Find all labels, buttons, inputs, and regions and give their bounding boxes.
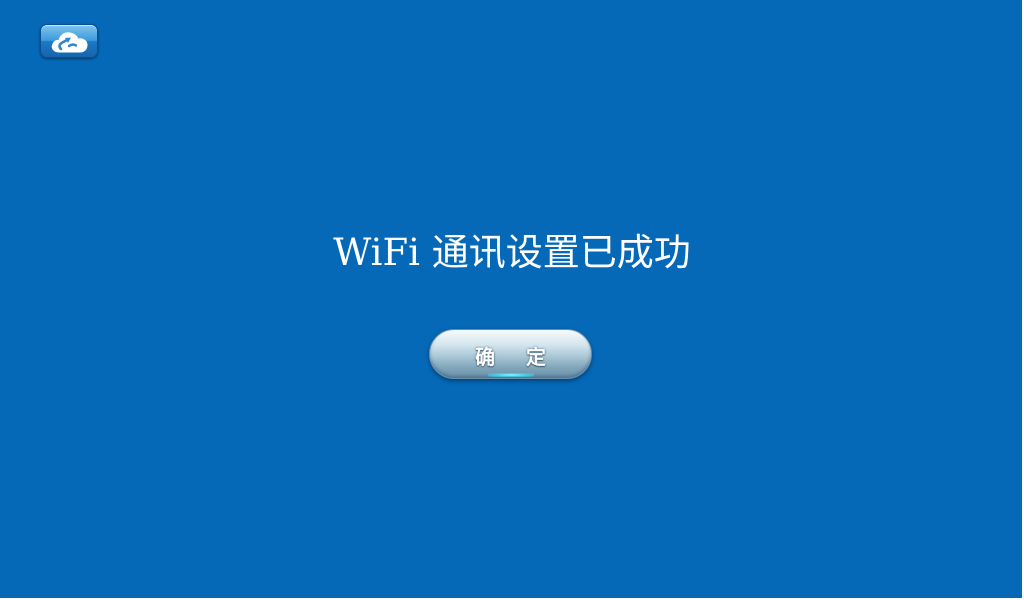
cloud-link-icon — [51, 32, 88, 53]
screen: WiFi 通讯设置已成功 确 定 — [0, 0, 1024, 600]
confirm-button[interactable]: 确 定 — [429, 329, 592, 379]
button-glow — [488, 373, 534, 377]
cloud-home-button[interactable] — [40, 24, 98, 58]
status-message: WiFi 通讯设置已成功 — [333, 231, 691, 274]
confirm-button-label: 确 定 — [475, 345, 558, 369]
